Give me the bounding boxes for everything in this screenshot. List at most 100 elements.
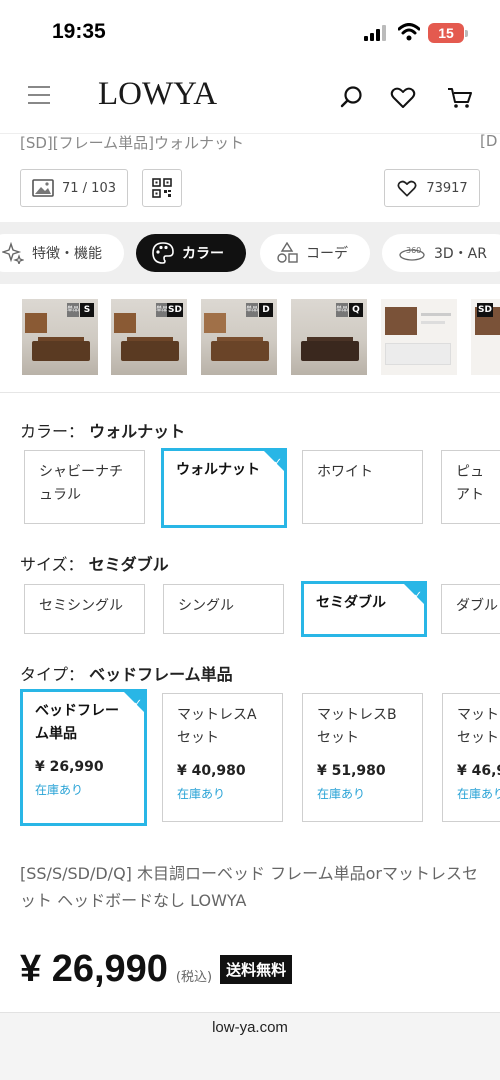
site-header: LOWYA <box>0 62 500 134</box>
sparkle-icon <box>2 242 24 264</box>
size-option-selected[interactable]: ✓ セミダブル <box>301 581 427 637</box>
favorite-count: 73917 <box>426 180 468 196</box>
qr-code-button[interactable] <box>142 169 182 207</box>
thumbnail-size-tag: S <box>80 303 94 317</box>
url-text[interactable]: low-ya.com <box>0 1019 500 1036</box>
cellular-signal-icon <box>364 25 386 41</box>
size-selected-value: セミダブル <box>88 555 169 574</box>
heart-icon <box>397 180 417 197</box>
color-option[interactable]: ホワイト <box>302 450 423 524</box>
type-option-selected[interactable]: ✓ ベッドフレーム単品 ¥ 26,990 在庫あり <box>20 689 147 826</box>
thumbnail-size-tag: SD <box>477 303 493 317</box>
type-option-price: ¥ 46,9 <box>457 763 500 779</box>
tax-label: (税込) <box>175 970 213 985</box>
check-icon: ✓ <box>133 698 142 709</box>
color-thumbnail[interactable]: 単品 Q <box>291 299 367 375</box>
section-divider <box>0 392 500 393</box>
thumbnail-size-tag: D <box>259 303 273 317</box>
image-gallery-button[interactable]: 71 / 103 <box>20 169 128 207</box>
thumbnail-tag-small: 単品 <box>336 303 348 317</box>
color-thumbnail[interactable]: 単品 S <box>22 299 98 375</box>
type-section-label: タイプ： ベッドフレーム単品 <box>20 661 233 685</box>
size-option[interactable]: ダブル <box>441 584 500 634</box>
mattress-info-thumbnail[interactable]: SD <box>471 299 500 375</box>
check-icon: ✓ <box>413 590 422 601</box>
favorite-button[interactable]: 73917 <box>384 169 480 207</box>
type-option-name: マットレスBセット <box>317 707 397 746</box>
type-selected-value: ベッドフレーム単品 <box>89 665 233 684</box>
type-option-stock: 在庫あり <box>457 787 500 801</box>
size-section-label: サイズ： セミダブル <box>20 551 169 575</box>
thumbnail-size-tag: Q <box>349 303 363 317</box>
mattress-info-thumbnail[interactable] <box>381 299 457 375</box>
type-option-stock: 在庫あり <box>317 787 366 801</box>
type-option-name: ベッドフレーム単品 <box>35 703 119 742</box>
battery-icon: 15 <box>428 23 464 43</box>
color-option-label: ピュアト <box>456 464 484 503</box>
color-option-label: ウォルナット <box>176 462 260 478</box>
type-option-name: マットセット <box>457 707 499 746</box>
battery-cap <box>465 30 468 37</box>
thumbnail-tag-small: 単品 <box>246 303 258 317</box>
size-option[interactable]: セミシングル <box>24 584 145 634</box>
color-option[interactable]: シャビーナチュラル <box>24 450 145 524</box>
color-thumbnail-selected[interactable]: 単品 SD <box>111 299 187 375</box>
qr-code-icon <box>152 178 172 198</box>
logo[interactable]: LOWYA <box>98 76 217 113</box>
thumbnail-tag-small: 単品 <box>67 303 79 317</box>
variant-title-next: [D <box>480 132 498 150</box>
price-line: ¥ 26,990 (税込) 送料無料 <box>20 948 293 991</box>
palette-icon <box>152 242 174 264</box>
tab-coordinate[interactable]: コーデ <box>260 234 370 272</box>
variant-title: [SD][フレーム単品]ウォルナット <box>20 134 245 152</box>
tab-color-label: カラー <box>182 246 224 262</box>
tab-3d-ar[interactable]: 360 3D・AR <box>382 234 500 272</box>
check-icon: ✓ <box>273 457 282 468</box>
type-option-price: ¥ 51,980 <box>317 763 386 779</box>
browser-address-bar[interactable]: low-ya.com <box>0 1012 500 1080</box>
tab-3d-ar-label: 3D・AR <box>434 246 487 262</box>
color-section-label: カラー： ウォルナット <box>20 418 185 442</box>
type-option[interactable]: マットセット ¥ 46,9 在庫あり <box>442 693 500 822</box>
size-option-label: シングル <box>178 598 234 614</box>
shapes-icon <box>277 242 298 263</box>
status-time: 19:35 <box>52 20 106 43</box>
size-option-label: セミシングル <box>39 598 123 614</box>
status-bar: 19:35 15 <box>0 0 500 62</box>
size-option[interactable]: シングル <box>163 584 284 634</box>
size-option-label: ダブル <box>456 598 498 614</box>
tab-features[interactable]: 特徴・機能 <box>0 234 124 272</box>
feature-tab-bar: 特徴・機能 カラー コーデ 360 3D・AR <box>0 222 500 284</box>
wifi-icon <box>398 23 420 41</box>
image-icon <box>32 179 54 197</box>
cart-icon[interactable] <box>446 84 474 112</box>
color-option[interactable]: ピュアト <box>441 450 500 524</box>
hamburger-menu-icon[interactable] <box>28 86 50 106</box>
type-option[interactable]: マットレスAセット ¥ 40,980 在庫あり <box>162 693 283 822</box>
color-option-selected[interactable]: ✓ ウォルナット <box>161 448 287 528</box>
thumbnail-size-tag: SD <box>167 303 183 317</box>
color-thumbnail[interactable]: 単品 D <box>201 299 277 375</box>
product-name: [SS/S/SD/D/Q] 木目調ローベッド フレーム単品orマットレスセット … <box>20 864 478 910</box>
heart-icon[interactable] <box>389 84 417 112</box>
color-option-label: ホワイト <box>317 464 373 480</box>
color-selected-value: ウォルナット <box>89 422 186 441</box>
image-count: 71 / 103 <box>62 180 116 196</box>
tab-features-label: 特徴・機能 <box>32 246 102 262</box>
color-label: カラー： <box>20 422 85 441</box>
type-option-price: ¥ 26,990 <box>35 759 104 775</box>
product-price: ¥ 26,990 <box>20 948 168 990</box>
type-label: タイプ： <box>20 665 85 684</box>
type-option-name: マットレスAセット <box>177 707 257 746</box>
type-option[interactable]: マットレスBセット ¥ 51,980 在庫あり <box>302 693 423 822</box>
type-option-stock: 在庫あり <box>177 787 226 801</box>
search-icon[interactable] <box>338 84 366 112</box>
360-view-icon: 360 <box>399 246 425 261</box>
size-option-label: セミダブル <box>316 595 386 611</box>
type-option-price: ¥ 40,980 <box>177 763 246 779</box>
tab-coordinate-label: コーデ <box>306 246 348 262</box>
type-option-stock: 在庫あり <box>35 783 84 797</box>
color-option-label: シャビーナチュラル <box>39 464 123 503</box>
svg-text:360: 360 <box>406 246 421 255</box>
tab-color[interactable]: カラー <box>136 234 246 272</box>
